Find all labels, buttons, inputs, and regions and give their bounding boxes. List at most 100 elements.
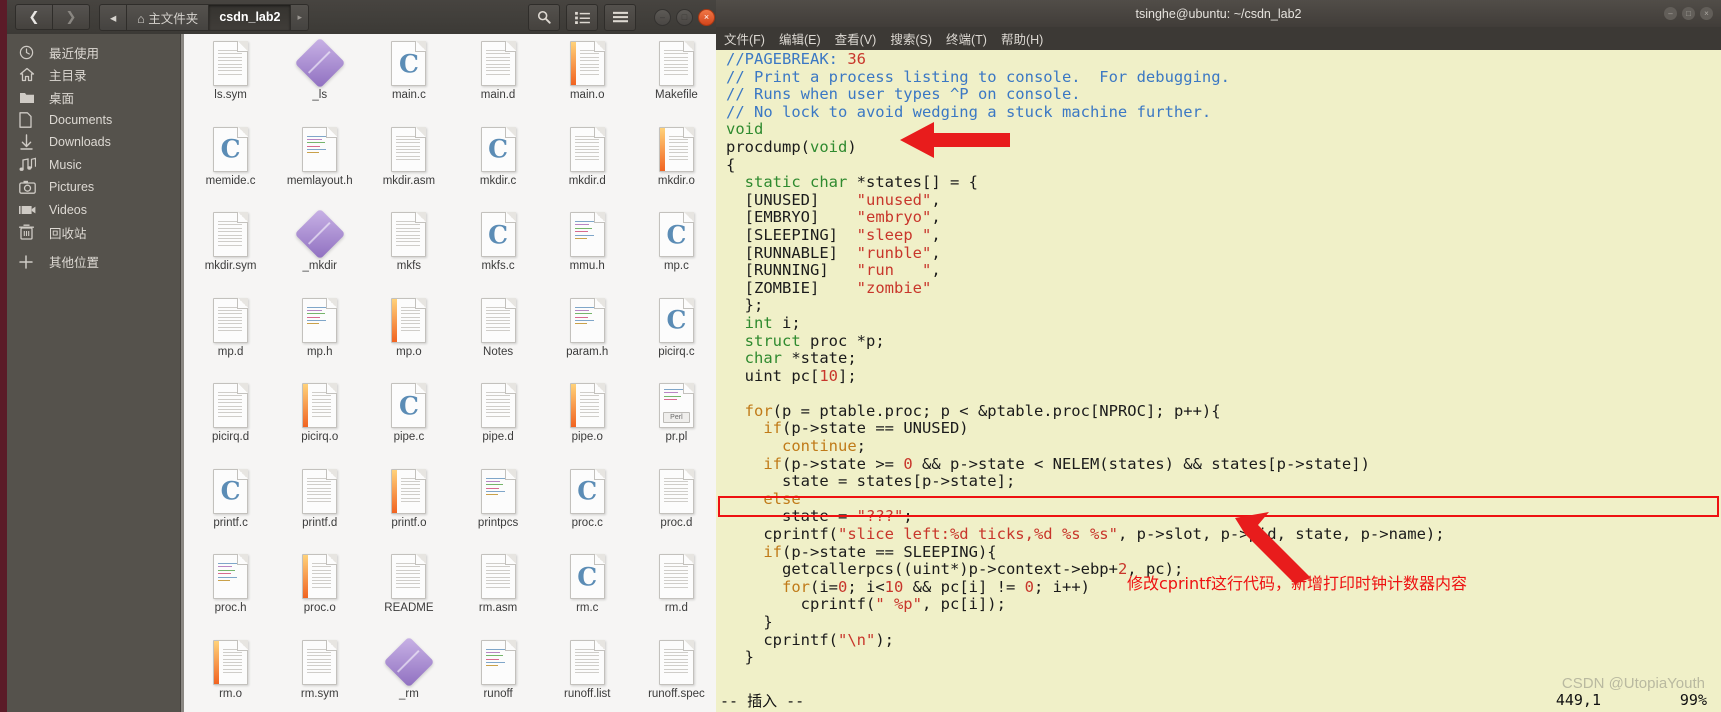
file-name-label: printpcs bbox=[477, 516, 519, 529]
code-token: getcallerpcs((uint*)p->context->ebp+ bbox=[726, 560, 1118, 579]
sidebar-item-4[interactable]: Downloads bbox=[7, 131, 180, 154]
file-item[interactable]: mkdir.sym bbox=[186, 209, 275, 295]
file-item[interactable]: Cmain.c bbox=[364, 38, 453, 124]
text-file-icon bbox=[213, 212, 249, 257]
file-item[interactable]: _rm bbox=[364, 636, 453, 712]
menu-item-3[interactable]: 搜索(S) bbox=[890, 29, 932, 48]
file-item[interactable]: Cpipe.c bbox=[364, 380, 453, 466]
menu-item-1[interactable]: 编辑(E) bbox=[779, 29, 821, 48]
code-token: "\n" bbox=[837, 630, 876, 649]
terminal-minimize-button[interactable]: – bbox=[1664, 7, 1677, 20]
file-item[interactable]: Crm.c bbox=[543, 551, 632, 637]
file-item[interactable]: README bbox=[364, 551, 453, 637]
file-item[interactable]: rm.asm bbox=[453, 551, 542, 637]
sidebar-item-9[interactable]: 其他位置 bbox=[7, 251, 180, 274]
sidebar-item-3[interactable]: Documents bbox=[7, 109, 180, 132]
terminal-maximize-button[interactable]: □ bbox=[1682, 7, 1695, 20]
list-view-icon[interactable] bbox=[566, 3, 598, 31]
file-item[interactable]: runoff.spec bbox=[632, 637, 721, 712]
file-item[interactable]: main.d bbox=[453, 38, 542, 124]
file-item[interactable]: proc.o bbox=[275, 551, 364, 637]
code-token: , pc[i]); bbox=[921, 595, 1006, 614]
c-source-icon: C bbox=[213, 126, 249, 172]
breadcrumb-current[interactable]: csdn_lab2 bbox=[209, 3, 292, 31]
sidebar-item-2[interactable]: 桌面 bbox=[7, 86, 180, 109]
code-token: proc *p; bbox=[800, 331, 885, 350]
text-file-icon bbox=[480, 41, 516, 86]
file-item[interactable]: printpcs bbox=[453, 466, 542, 552]
sidebar-item-1[interactable]: 主目录 bbox=[7, 64, 180, 87]
file-item[interactable]: proc.h bbox=[186, 551, 275, 637]
code-token: (p = ptable.proc; p < &ptable.proc[NPROC… bbox=[772, 401, 1221, 420]
breadcrumb-home[interactable]: ⌂ 主文件夹 bbox=[127, 3, 210, 31]
file-item[interactable]: rm.sym bbox=[275, 637, 364, 712]
menu-item-4[interactable]: 终端(T) bbox=[946, 29, 987, 48]
file-item[interactable]: mkfs bbox=[364, 209, 453, 295]
breadcrumb-next[interactable]: ▸ bbox=[291, 3, 309, 31]
file-item[interactable]: Notes bbox=[453, 295, 542, 381]
file-item[interactable]: rm.o bbox=[186, 637, 275, 712]
file-item[interactable]: Cmkdir.c bbox=[453, 124, 542, 210]
hamburger-menu-icon[interactable] bbox=[604, 3, 636, 31]
terminal-window: tsinghe@ubuntu: ~/csdn_lab2 – □ × 文件(F) 编… bbox=[716, 0, 1721, 712]
file-item[interactable]: Makefile bbox=[632, 38, 721, 124]
minimize-button[interactable]: – bbox=[654, 8, 671, 26]
file-item[interactable]: runoff.list bbox=[543, 637, 632, 712]
sidebar-item-6[interactable]: Pictures bbox=[7, 176, 180, 199]
menu-item-0[interactable]: 文件(F) bbox=[724, 29, 765, 48]
file-item[interactable]: pipe.d bbox=[453, 380, 542, 466]
text-file-icon bbox=[391, 212, 427, 257]
code-token: uint pc[ bbox=[726, 366, 820, 385]
code-token: "???" bbox=[856, 507, 904, 526]
file-item[interactable]: mkdir.d bbox=[543, 124, 632, 210]
file-item[interactable]: Cpicirq.c bbox=[632, 295, 721, 381]
menu-item-5[interactable]: 帮助(H) bbox=[1001, 29, 1043, 48]
file-item[interactable]: Cproc.c bbox=[543, 466, 632, 552]
file-item[interactable]: memlayout.h bbox=[275, 124, 364, 210]
file-name-label: picirq.d bbox=[212, 431, 250, 443]
file-item[interactable]: _mkdir bbox=[275, 208, 364, 295]
file-name-label: memlayout.h bbox=[286, 174, 353, 187]
terminal-close-button[interactable]: × bbox=[1700, 7, 1713, 20]
file-item[interactable]: printf.o bbox=[364, 466, 453, 552]
file-item[interactable]: Perl pr.pl bbox=[632, 380, 721, 466]
forward-icon[interactable]: ❯ bbox=[53, 4, 90, 30]
file-item[interactable]: Cmemide.c bbox=[186, 124, 275, 210]
file-item[interactable]: mp.h bbox=[275, 295, 364, 381]
breadcrumb-overflow[interactable]: ◂ bbox=[99, 3, 128, 31]
code-token: , bbox=[931, 261, 941, 280]
vim-editor-content[interactable]: //PAGEBREAK: 36// Print a process listin… bbox=[716, 50, 1721, 712]
back-icon[interactable]: ❮ bbox=[15, 4, 53, 30]
text-file-icon bbox=[658, 639, 694, 685]
file-item[interactable]: Cprintf.c bbox=[186, 466, 275, 552]
search-icon[interactable] bbox=[528, 3, 560, 31]
file-list-area[interactable]: ls.sym _ls Cmain.c main.d main.o Makefile Cmem… bbox=[181, 34, 723, 712]
file-item[interactable]: mkdir.asm bbox=[364, 124, 453, 210]
file-item[interactable]: main.o bbox=[543, 38, 632, 124]
sidebar-item-0[interactable]: 最近使用 bbox=[7, 41, 180, 64]
file-item[interactable]: pipe.o bbox=[543, 380, 632, 466]
file-item[interactable]: picirq.d bbox=[186, 380, 275, 466]
file-item[interactable]: proc.d bbox=[632, 466, 721, 552]
file-item[interactable]: printf.d bbox=[275, 466, 364, 552]
file-item[interactable]: Cmp.c bbox=[632, 209, 721, 295]
sidebar-item-5[interactable]: Music bbox=[7, 154, 180, 177]
file-item[interactable]: mp.o bbox=[364, 295, 453, 381]
file-item[interactable]: rm.d bbox=[632, 551, 721, 637]
code-token: else bbox=[763, 489, 801, 508]
close-button[interactable]: × bbox=[698, 8, 715, 26]
menu-item-2[interactable]: 查看(V) bbox=[835, 29, 877, 48]
file-item[interactable]: runoff bbox=[453, 637, 542, 712]
file-item[interactable]: mkdir.o bbox=[632, 124, 721, 210]
file-item[interactable]: param.h bbox=[543, 295, 632, 381]
c-source-icon: C bbox=[480, 212, 516, 257]
file-item[interactable]: picirq.o bbox=[275, 380, 364, 466]
sidebar-item-8[interactable]: 回收站 bbox=[7, 221, 180, 244]
file-item[interactable]: ls.sym bbox=[186, 38, 275, 124]
sidebar-item-7[interactable]: Videos bbox=[7, 199, 180, 222]
file-item[interactable]: Cmkfs.c bbox=[453, 209, 542, 295]
file-item[interactable]: _ls bbox=[275, 37, 364, 124]
maximize-button[interactable]: □ bbox=[676, 8, 693, 26]
file-item[interactable]: mp.d bbox=[186, 295, 275, 381]
file-item[interactable]: mmu.h bbox=[543, 209, 632, 295]
